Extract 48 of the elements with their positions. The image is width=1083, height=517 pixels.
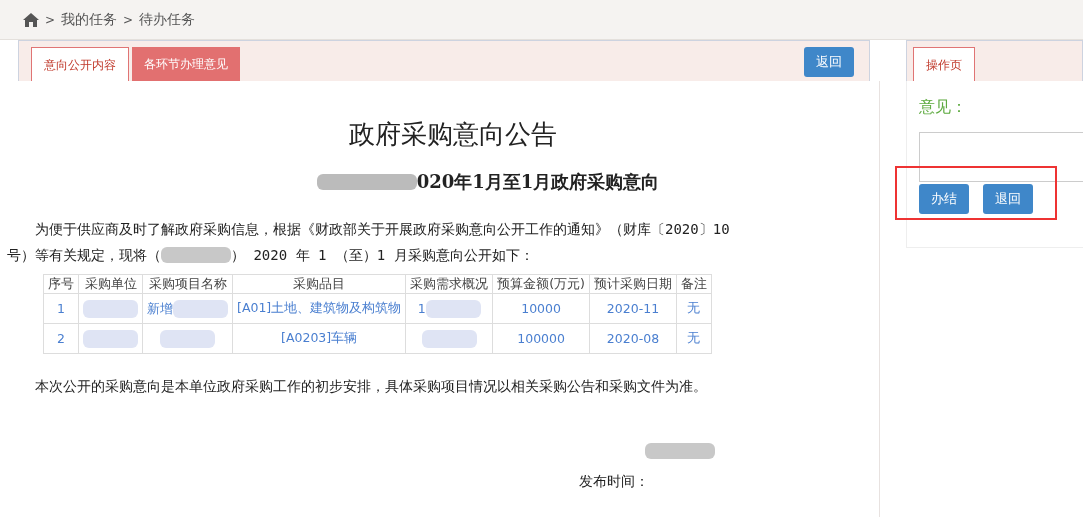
breadcrumb-separator: > xyxy=(123,12,134,27)
tab[interactable]: 操作页 xyxy=(913,47,975,81)
column-header: 采购品目 xyxy=(232,274,406,294)
redacted-block xyxy=(421,329,477,348)
action-button[interactable]: 办结 xyxy=(919,184,969,214)
cell-text: 1 xyxy=(417,300,426,315)
column-header: 备注 xyxy=(676,274,712,294)
opinion-label: 意见： xyxy=(919,97,968,118)
redacted-block xyxy=(161,247,231,263)
cell-text: 2020-08 xyxy=(606,331,660,346)
cell-text: 10000 xyxy=(521,301,561,316)
cell-text: 无 xyxy=(687,300,701,315)
column-header: 采购单位 xyxy=(78,274,143,294)
action-button[interactable]: 退回 xyxy=(983,184,1033,214)
opinion-field[interactable] xyxy=(919,132,1083,182)
column-header: 预算金额(万元) xyxy=(492,274,590,294)
cell-text: [A0203]车辆 xyxy=(281,330,358,345)
redacted-block xyxy=(83,329,138,348)
tab[interactable]: 意向公开内容 xyxy=(31,47,129,81)
cell-text: [A01]土地、建筑物及构筑物 xyxy=(237,300,402,315)
cell-text: 1 xyxy=(57,301,65,316)
cell-text: 无 xyxy=(687,330,701,345)
breadcrumb-link[interactable]: 待办任务 xyxy=(139,10,196,29)
breadcrumb-link[interactable]: 我的任务 xyxy=(61,10,118,29)
cell-text: 2020-11 xyxy=(606,301,660,316)
cell-text: 新增 xyxy=(147,300,173,315)
redacted-block xyxy=(83,299,138,318)
redacted-block xyxy=(173,299,228,318)
redacted-block xyxy=(160,329,215,348)
document-title: 政府采购意向公告 xyxy=(348,118,558,151)
redacted-block xyxy=(645,442,715,459)
column-header: 序号 xyxy=(43,274,79,294)
column-header: 采购需求概况 xyxy=(405,274,493,294)
tab[interactable]: 各环节办理意见 xyxy=(132,47,240,81)
breadcrumb-separator: > xyxy=(45,12,56,27)
back-button[interactable]: 返回 xyxy=(804,47,854,77)
document-subtitle: 020年1月至1月政府采购意向 xyxy=(416,170,660,194)
closing-text: 本次公开的采购意向是本单位政府采购工作的初步安排，具体采购项目情况以相关采购公告和采购文件为准。 xyxy=(35,378,708,396)
cell-text: 2 xyxy=(57,331,65,346)
redacted-block xyxy=(425,299,481,318)
column-header: 预计采购日期 xyxy=(589,274,677,294)
intro-text: 号）等有关规定，现将（ xyxy=(7,246,161,265)
intro-text: 为便于供应商及时了解政府采购信息，根据《财政部关于开展政府采购意向公开工作的通知》（财库〔2020〕10 xyxy=(34,220,730,239)
column-header: 采购项目名称 xyxy=(142,274,233,294)
intro-text: ） 2020 年 1 （至）1 月采购意向公开如下： xyxy=(231,246,534,265)
cell-text: 100000 xyxy=(517,331,565,346)
home-icon[interactable] xyxy=(23,12,39,27)
publish-time-label: 发布时间： xyxy=(579,473,649,489)
